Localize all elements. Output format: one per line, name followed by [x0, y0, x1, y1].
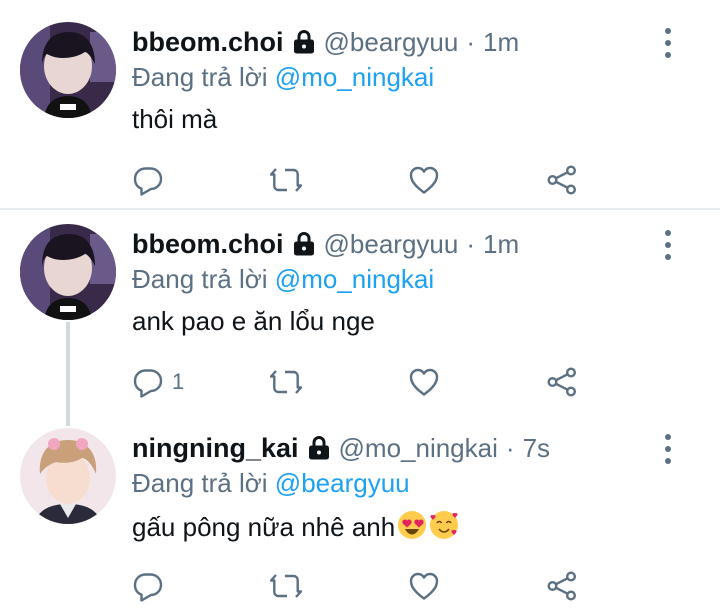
- reply-icon: [132, 570, 164, 602]
- smiling-hearts-emoji: [430, 511, 459, 539]
- action-bar: 1: [132, 362, 592, 402]
- lock-icon: [307, 435, 331, 461]
- display-name[interactable]: bbeom.choi: [132, 229, 284, 260]
- user-handle[interactable]: @mo_ningkai: [339, 433, 498, 464]
- reply-context: Đang trả lời @mo_ningkai: [132, 264, 434, 295]
- like-icon: [408, 164, 440, 196]
- avatar[interactable]: [20, 224, 116, 320]
- avatar[interactable]: [20, 22, 116, 118]
- tweet-text-content: gấu pông nữa nhê anh: [132, 512, 396, 542]
- like-button[interactable]: [408, 566, 440, 606]
- retweet-icon: [270, 164, 302, 196]
- reply-mention[interactable]: @mo_ningkai: [275, 264, 434, 294]
- display-name[interactable]: bbeom.choi: [132, 27, 284, 58]
- retweet-icon: [270, 570, 302, 602]
- like-icon: [408, 366, 440, 398]
- action-bar: [132, 566, 592, 606]
- reply-button[interactable]: 1: [132, 362, 184, 402]
- tweet-header: bbeom.choi @beargyuu · 1m: [132, 24, 519, 60]
- separator: ·: [466, 228, 475, 259]
- reply-icon: [132, 366, 164, 398]
- share-icon: [546, 366, 578, 398]
- share-icon: [546, 570, 578, 602]
- timestamp[interactable]: 1m: [483, 27, 519, 58]
- share-icon: [546, 164, 578, 196]
- tweet-header: ningning_kai @mo_ningkai · 7s: [132, 430, 550, 466]
- share-button[interactable]: [546, 362, 578, 402]
- retweet-icon: [270, 366, 302, 398]
- retweet-button[interactable]: [270, 566, 302, 606]
- like-button[interactable]: [408, 362, 440, 402]
- heart-eyes-emoji: [398, 511, 427, 539]
- like-button[interactable]: [408, 160, 440, 200]
- retweet-button[interactable]: [270, 362, 302, 402]
- timestamp[interactable]: 1m: [483, 229, 519, 260]
- user-handle[interactable]: @beargyuu: [324, 27, 459, 58]
- reply-icon: [132, 164, 164, 196]
- reply-button[interactable]: [132, 566, 172, 606]
- share-button[interactable]: [546, 566, 578, 606]
- reply-prefix: Đang trả lời: [132, 62, 268, 92]
- reply-context: Đang trả lời @mo_ningkai: [132, 62, 434, 93]
- tweet-text: gấu pông nữa nhê anh: [132, 510, 459, 543]
- reply-count: 1: [172, 369, 185, 394]
- tweet-text: thôi mà: [132, 104, 218, 134]
- retweet-button[interactable]: [270, 160, 302, 200]
- like-icon: [408, 570, 440, 602]
- tweet[interactable]: bbeom.choi @beargyuu · 1m Đang trả lời @…: [0, 224, 720, 404]
- share-button[interactable]: [546, 160, 578, 200]
- reply-context: Đang trả lời @beargyuu: [132, 468, 410, 499]
- user-handle[interactable]: @beargyuu: [324, 229, 459, 260]
- more-icon[interactable]: [656, 28, 680, 58]
- divider: [0, 208, 720, 210]
- reply-mention[interactable]: @beargyuu: [275, 468, 410, 498]
- more-icon[interactable]: [656, 230, 680, 260]
- tweet-text: ank pao e ăn lổu nge: [132, 306, 375, 336]
- tweet[interactable]: bbeom.choi @beargyuu · 1m Đang trả lời @…: [0, 22, 720, 202]
- timestamp[interactable]: 7s: [523, 433, 550, 464]
- separator: ·: [466, 26, 475, 57]
- reply-prefix: Đang trả lời: [132, 264, 268, 294]
- display-name[interactable]: ningning_kai: [132, 433, 299, 464]
- lock-icon: [292, 29, 316, 55]
- separator: ·: [505, 432, 515, 463]
- more-icon[interactable]: [656, 434, 680, 464]
- avatar[interactable]: [20, 428, 116, 524]
- action-bar: [132, 160, 592, 200]
- lock-icon: [292, 231, 316, 257]
- reply-mention[interactable]: @mo_ningkai: [275, 62, 434, 92]
- reply-button[interactable]: [132, 160, 172, 200]
- tweet-header: bbeom.choi @beargyuu · 1m: [132, 226, 519, 262]
- tweet[interactable]: ningning_kai @mo_ningkai · 7s Đang trả l…: [0, 428, 720, 608]
- reply-prefix: Đang trả lời: [132, 468, 268, 498]
